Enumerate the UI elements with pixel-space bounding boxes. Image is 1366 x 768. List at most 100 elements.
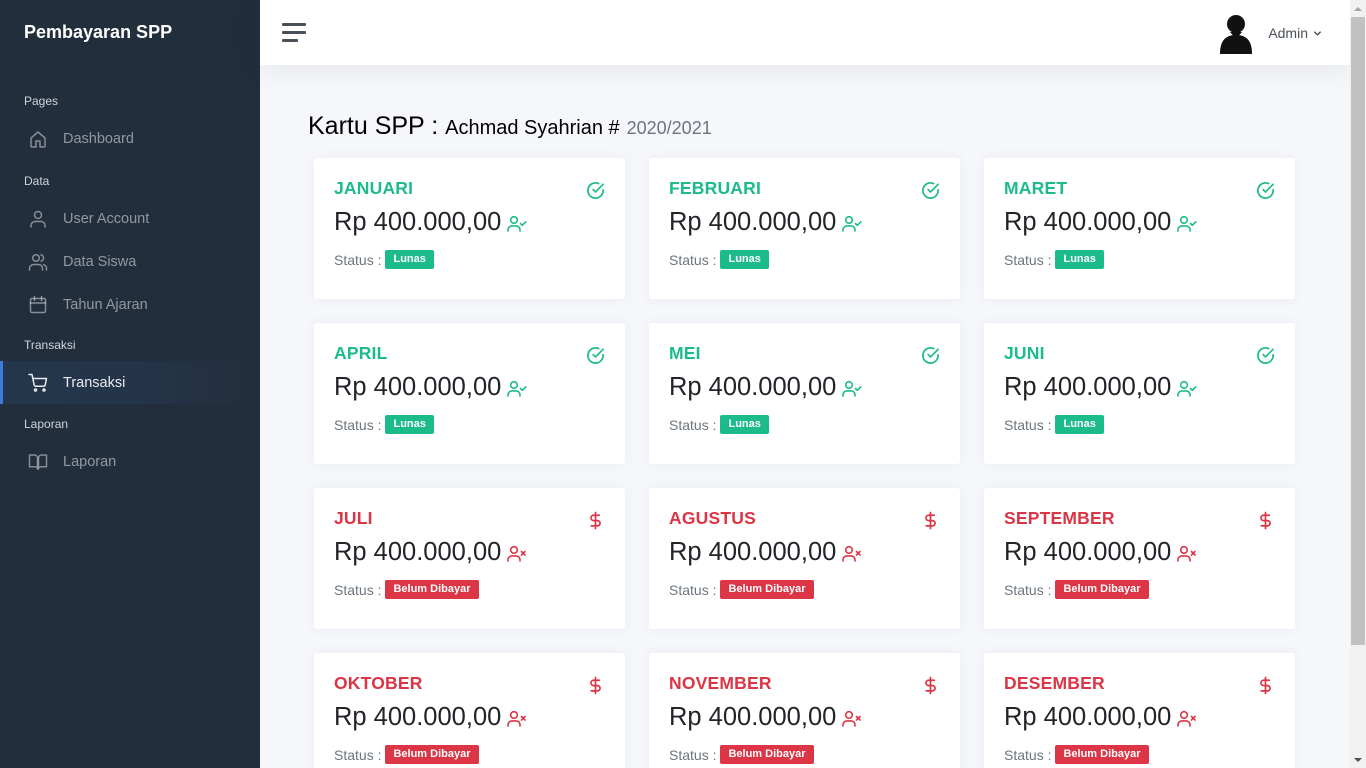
card-amount: Rp 400.000,00 bbox=[669, 538, 837, 566]
card-amount: Rp 400.000,00 bbox=[669, 703, 837, 731]
card-month: DESEMBER bbox=[1004, 673, 1105, 693]
topbar: Admin bbox=[260, 0, 1350, 65]
dollar-sign-icon bbox=[921, 676, 940, 695]
brand-title[interactable]: Pembayaran SPP bbox=[0, 0, 260, 65]
card-month: NOVEMBER bbox=[669, 673, 772, 693]
sidebar-item-laporan[interactable]: Laporan bbox=[0, 440, 260, 483]
sidebar-item-dashboard[interactable]: Dashboard bbox=[0, 117, 260, 160]
check-circle-icon bbox=[586, 181, 605, 200]
user-dropdown[interactable]: Admin bbox=[1216, 12, 1322, 54]
spp-card-februari[interactable]: FEBRUARI Rp 400.000,00 Status : Lunas bbox=[649, 158, 960, 299]
card-amount: Rp 400.000,00 bbox=[1004, 703, 1172, 731]
users-icon bbox=[28, 252, 48, 272]
card-month: JUNI bbox=[1004, 343, 1045, 363]
status-badge: Lunas bbox=[720, 250, 769, 269]
academic-year: 2020/2021 bbox=[626, 118, 712, 138]
sidebar-item-user-account[interactable]: User Account bbox=[0, 197, 260, 240]
sidebar-item-transaksi[interactable]: Transaksi bbox=[0, 361, 260, 404]
status-badge: Belum Dibayar bbox=[1055, 580, 1149, 599]
spp-card-juli[interactable]: JULI Rp 400.000,00 Status : Belum Dibaya… bbox=[314, 488, 625, 629]
spp-card-desember[interactable]: DESEMBER Rp 400.000,00 Status : Belum Di… bbox=[984, 653, 1295, 768]
nav-header-pages: Pages bbox=[24, 94, 59, 108]
status-badge: Lunas bbox=[385, 250, 434, 269]
status-label: Status : bbox=[1004, 251, 1052, 268]
sidebar-item-label: User Account bbox=[63, 210, 150, 227]
card-amount: Rp 400.000,00 bbox=[1004, 373, 1172, 401]
spp-card-april[interactable]: APRIL Rp 400.000,00 Status : Lunas bbox=[314, 323, 625, 464]
page-title-label: Kartu SPP : bbox=[308, 112, 439, 140]
sidebar: Pembayaran SPP Pages Dashboard Data User… bbox=[0, 0, 260, 768]
status-badge: Belum Dibayar bbox=[385, 745, 479, 764]
check-circle-icon bbox=[1256, 346, 1275, 365]
card-month: JANUARI bbox=[334, 178, 414, 198]
user-check-icon bbox=[507, 214, 527, 234]
sidebar-item-label: Laporan bbox=[63, 453, 117, 470]
spp-card-maret[interactable]: MARET Rp 400.000,00 Status : Lunas bbox=[984, 158, 1295, 299]
hamburger-menu-icon[interactable] bbox=[282, 22, 306, 42]
card-month: OKTOBER bbox=[334, 673, 423, 693]
user-x-icon bbox=[507, 544, 527, 564]
user-x-icon bbox=[507, 709, 527, 729]
dollar-sign-icon bbox=[921, 511, 940, 530]
status-badge: Belum Dibayar bbox=[1055, 745, 1149, 764]
card-amount: Rp 400.000,00 bbox=[669, 208, 837, 236]
dollar-sign-icon bbox=[1256, 511, 1275, 530]
sidebar-item-label: Dashboard bbox=[63, 130, 134, 147]
book-open-icon bbox=[28, 452, 48, 472]
spp-card-januari[interactable]: JANUARI Rp 400.000,00 Status : Lunas bbox=[314, 158, 625, 299]
status-label: Status : bbox=[669, 416, 717, 433]
chevron-down-icon bbox=[1314, 30, 1321, 36]
card-month: FEBRUARI bbox=[669, 178, 762, 198]
user-x-icon bbox=[1177, 544, 1197, 564]
sidebar-item-label: Transaksi bbox=[63, 374, 126, 391]
check-circle-icon bbox=[1256, 181, 1275, 200]
spp-card-mei[interactable]: MEI Rp 400.000,00 Status : Lunas bbox=[649, 323, 960, 464]
status-label: Status : bbox=[334, 251, 382, 268]
status-label: Status : bbox=[334, 581, 382, 598]
card-amount: Rp 400.000,00 bbox=[1004, 208, 1172, 236]
sidebar-nav: Pages Dashboard Data User Account Data S… bbox=[0, 92, 260, 483]
card-month: APRIL bbox=[334, 343, 388, 363]
status-label: Status : bbox=[1004, 581, 1052, 598]
card-amount: Rp 400.000,00 bbox=[1004, 538, 1172, 566]
card-amount: Rp 400.000,00 bbox=[334, 703, 502, 731]
calendar-icon bbox=[28, 295, 48, 315]
status-label: Status : bbox=[669, 746, 717, 763]
spp-card-juni[interactable]: JUNI Rp 400.000,00 Status : Lunas bbox=[984, 323, 1295, 464]
spp-card-september[interactable]: SEPTEMBER Rp 400.000,00 Status : Belum D… bbox=[984, 488, 1295, 629]
spp-card-grid: JANUARI Rp 400.000,00 Status : Lunas FEB… bbox=[314, 158, 1295, 768]
avatar bbox=[1220, 15, 1253, 54]
scrollbar-thumb[interactable] bbox=[1351, 17, 1365, 645]
nav-header-transaksi: Transaksi bbox=[24, 338, 76, 352]
status-label: Status : bbox=[669, 581, 717, 598]
user-check-icon bbox=[1177, 214, 1197, 234]
check-circle-icon bbox=[921, 181, 940, 200]
sidebar-item-tahun-ajaran[interactable]: Tahun Ajaran bbox=[0, 283, 260, 326]
sidebar-item-label: Tahun Ajaran bbox=[63, 296, 148, 313]
card-month: AGUSTUS bbox=[669, 508, 756, 528]
nav-header-laporan: Laporan bbox=[24, 417, 69, 431]
sidebar-item-label: Data Siswa bbox=[63, 253, 137, 270]
sidebar-item-data-siswa[interactable]: Data Siswa bbox=[0, 240, 260, 283]
check-circle-icon bbox=[586, 346, 605, 365]
status-label: Status : bbox=[1004, 416, 1052, 433]
status-badge: Lunas bbox=[720, 415, 769, 434]
card-month: MEI bbox=[669, 343, 701, 363]
scroll-up-arrow-icon[interactable] bbox=[1350, 0, 1366, 17]
spp-card-oktober[interactable]: OKTOBER Rp 400.000,00 Status : Belum Dib… bbox=[314, 653, 625, 768]
shopping-cart-icon bbox=[28, 373, 48, 393]
status-label: Status : bbox=[334, 746, 382, 763]
home-icon bbox=[28, 129, 48, 149]
scroll-down-arrow-icon[interactable] bbox=[1350, 751, 1366, 768]
card-amount: Rp 400.000,00 bbox=[669, 373, 837, 401]
user-check-icon bbox=[842, 379, 862, 399]
user-check-icon bbox=[507, 379, 527, 399]
status-badge: Belum Dibayar bbox=[720, 580, 814, 599]
dollar-sign-icon bbox=[1256, 676, 1275, 695]
status-badge: Belum Dibayar bbox=[720, 745, 814, 764]
card-amount: Rp 400.000,00 bbox=[334, 538, 502, 566]
status-badge: Lunas bbox=[1055, 415, 1104, 434]
status-badge: Lunas bbox=[1055, 250, 1104, 269]
spp-card-agustus[interactable]: AGUSTUS Rp 400.000,00 Status : Belum Dib… bbox=[649, 488, 960, 629]
spp-card-november[interactable]: NOVEMBER Rp 400.000,00 Status : Belum Di… bbox=[649, 653, 960, 768]
